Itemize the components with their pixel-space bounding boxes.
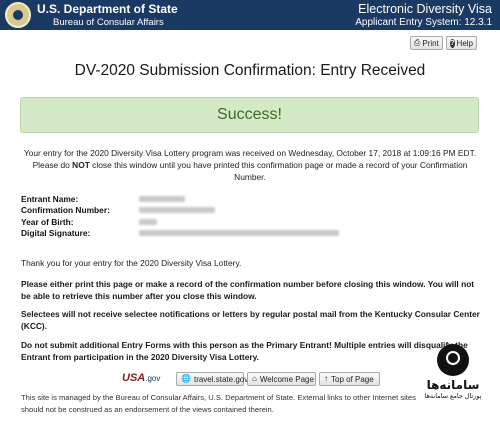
selectees-notice-text: Selectees will not receive selectee noti…: [21, 309, 480, 331]
entry-details: Entrant Name: Confirmation Number: Year …: [21, 193, 481, 239]
confirmation-number-value-redacted: [139, 207, 215, 214]
digital-signature-label: Digital Signature:: [21, 228, 91, 239]
printer-icon: ⎙: [414, 38, 421, 47]
usa-gov-logo-text: USA: [122, 372, 146, 384]
year-of-birth-value-redacted: [139, 218, 157, 225]
watermark-name: سامانه‌ها: [426, 378, 480, 392]
state-department-seal-icon: [5, 2, 31, 28]
intro-text: Your entry for the 2020 Diversity Visa L…: [20, 147, 480, 183]
entrant-name-value-redacted: [139, 195, 185, 202]
travel-state-gov-button[interactable]: 🌐 travel.state.gov: [176, 372, 248, 386]
thanks-text: Thank you for your entry for the 2020 Di…: [21, 258, 242, 268]
success-banner: Success!: [20, 97, 479, 133]
footer-text: This site is managed by the Bureau of Co…: [21, 393, 416, 414]
usa-gov-logo-suffix: .gov: [145, 374, 161, 383]
digital-signature-row: Digital Signature:: [21, 228, 481, 240]
welcome-page-button[interactable]: ⌂ Welcome Page: [247, 372, 316, 386]
intro-text-not: NOT: [72, 160, 90, 170]
site-watermark: سامانه‌ها پورتال جامع سامانه‌ها: [413, 344, 493, 414]
page-title: DV-2020 Submission Confirmation: Entry R…: [74, 62, 426, 79]
year-of-birth-label: Year of Birth:: [21, 216, 74, 227]
travel-state-gov-label: travel.state.gov: [193, 374, 249, 384]
department-name: U.S. Department of State: [37, 2, 178, 16]
entrant-name-label: Entrant Name:: [21, 193, 79, 204]
intro-text-part2: close this window until you have printed…: [89, 160, 468, 182]
site-header: U.S. Department of State Bureau of Consu…: [0, 0, 500, 30]
digital-signature-value-redacted: [139, 230, 339, 237]
app-subtitle: Applicant Entry System: 12.3.1: [355, 17, 492, 28]
globe-icon: 🌐: [181, 374, 191, 383]
watermark-logo-icon: [437, 344, 469, 376]
print-button[interactable]: ⎙ Print: [410, 36, 443, 50]
watermark-subtitle: پورتال جامع سامانه‌ها: [424, 393, 482, 400]
confirmation-number-row: Confirmation Number:: [21, 205, 481, 217]
print-button-label: Print: [422, 38, 439, 48]
entrant-name-row: Entrant Name:: [21, 193, 481, 205]
home-icon: ⌂: [252, 374, 257, 383]
top-of-page-label: Top of Page: [331, 374, 374, 384]
help-button-label: Help: [456, 38, 473, 48]
help-button[interactable]: ? Help: [446, 36, 477, 50]
year-of-birth-row: Year of Birth:: [21, 216, 481, 228]
confirmation-number-label: Confirmation Number:: [21, 205, 110, 216]
print-warning-text: Please either print this page or make a …: [21, 279, 475, 301]
welcome-page-label: Welcome Page: [259, 374, 314, 384]
top-of-page-button[interactable]: ↑ Top of Page: [319, 372, 380, 386]
bureau-name: Bureau of Consular Affairs: [53, 17, 164, 28]
usa-gov-logo[interactable]: USA.gov: [122, 372, 160, 384]
help-icon: ?: [450, 38, 455, 48]
arrow-up-icon: ↑: [324, 374, 328, 383]
app-title: Electronic Diversity Visa: [358, 2, 492, 16]
